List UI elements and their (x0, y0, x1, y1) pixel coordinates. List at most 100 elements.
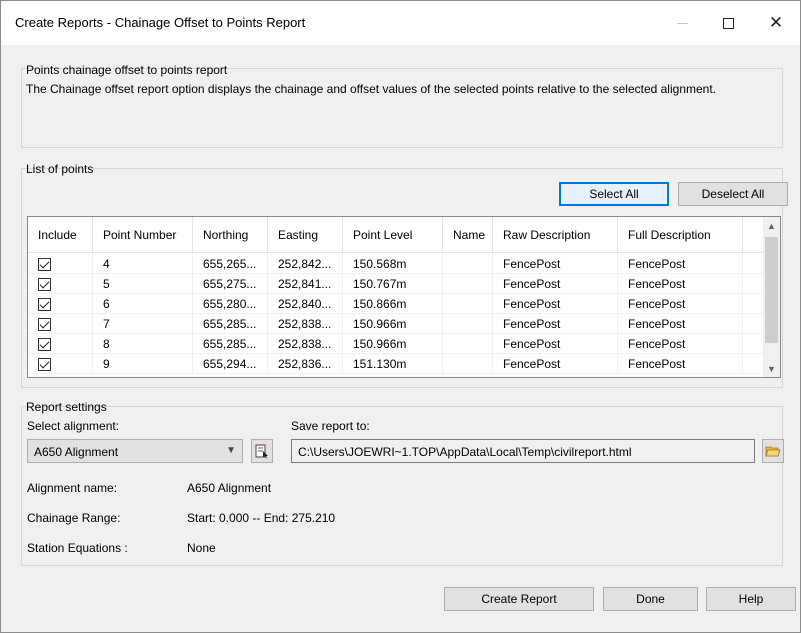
save-report-label: Save report to: (291, 419, 370, 433)
table-cell (443, 254, 493, 274)
station-equations-label: Station Equations : (27, 541, 128, 555)
table-cell (443, 294, 493, 314)
table-cell: 7 (93, 314, 193, 334)
deselect-all-button[interactable]: Deselect All (678, 182, 788, 206)
column-header[interactable]: Easting (268, 217, 343, 253)
table-scrollbar[interactable]: ▲ ▼ (763, 217, 780, 377)
table-cell: 655,275... (193, 274, 268, 294)
table-cell: 8 (93, 334, 193, 354)
minimize-icon (676, 22, 688, 24)
table-cell (443, 314, 493, 334)
table-row[interactable]: 4 655,265... 252,842... 150.568m FencePost Fe… (28, 254, 770, 274)
table-cell: 655,285... (193, 334, 268, 354)
include-checkbox[interactable] (38, 317, 51, 331)
table-cell: FencePost (618, 314, 743, 334)
settings-group-title: Report settings (26, 400, 107, 414)
select-alignment-label: Select alignment: (27, 419, 120, 433)
table-cell: FencePost (493, 334, 618, 354)
column-header[interactable]: Point Number (93, 217, 193, 253)
create-report-button[interactable]: Create Report (444, 587, 594, 611)
scroll-up-icon[interactable]: ▲ (763, 217, 780, 234)
title-bar: Create Reports - Chainage Offset to Poin… (1, 1, 800, 45)
help-button[interactable]: Help (706, 587, 796, 611)
table-row[interactable]: 5 655,275... 252,841... 150.767m FencePost Fe… (28, 274, 770, 294)
table-cell: 655,285... (193, 314, 268, 334)
include-checkbox[interactable] (38, 337, 51, 351)
description-group-title: Points chainage offset to points report (26, 63, 228, 77)
select-all-button[interactable]: Select All (559, 182, 669, 206)
table-cell: 252,838... (268, 314, 343, 334)
save-path-field[interactable]: C:\Users\JOEWRI~1.TOP\AppData\Local\Temp… (291, 439, 755, 463)
column-header[interactable]: Northing (193, 217, 268, 253)
dialog-window: Create Reports - Chainage Offset to Poin… (0, 0, 801, 633)
window-title: Create Reports - Chainage Offset to Poin… (15, 15, 306, 30)
include-cell (28, 274, 93, 294)
table-cell: 5 (93, 274, 193, 294)
table-cell: 4 (93, 254, 193, 274)
include-checkbox[interactable] (38, 277, 51, 291)
save-path-value: C:\Users\JOEWRI~1.TOP\AppData\Local\Temp… (298, 445, 632, 459)
table-cell: FencePost (493, 274, 618, 294)
browse-folder-button[interactable] (762, 439, 784, 463)
column-header[interactable]: Include (28, 217, 93, 253)
description-text: The Chainage offset report option displa… (26, 82, 716, 96)
include-checkbox[interactable] (38, 297, 51, 311)
table-header: Include Point Number Northing Easting Point … (28, 217, 770, 253)
alignment-select-value: A650 Alignment (34, 445, 119, 459)
table-cell: FencePost (618, 254, 743, 274)
maximize-button[interactable] (705, 1, 751, 45)
close-button[interactable]: ✕ (753, 1, 799, 45)
maximize-icon (722, 17, 734, 29)
table-row[interactable]: 8 655,285... 252,838... 150.966m FencePost Fe… (28, 334, 770, 354)
include-checkbox[interactable] (38, 257, 51, 271)
include-cell (28, 294, 93, 314)
alignment-name-value: A650 Alignment (187, 481, 272, 495)
column-header[interactable]: Point Level (343, 217, 443, 253)
table-cell: FencePost (493, 294, 618, 314)
table-cell: 150.966m (343, 314, 443, 334)
table-cell: 150.966m (343, 334, 443, 354)
table-cell: FencePost (493, 314, 618, 334)
chainage-range-value: Start: 0.000 -- End: 275.210 (187, 511, 336, 525)
table-cell: 252,840... (268, 294, 343, 314)
folder-open-icon (765, 446, 781, 457)
table-row[interactable]: 6 655,280... 252,840... 150.866m FencePost Fe… (28, 294, 770, 314)
table-row[interactable]: 9 655,294... 252,836... 151.130m FencePost Fe… (28, 354, 770, 374)
scroll-thumb[interactable] (765, 237, 778, 343)
pick-from-drawing-icon (255, 444, 268, 458)
table-cell: FencePost (618, 294, 743, 314)
column-header[interactable]: Raw Description (493, 217, 618, 253)
table-cell: 150.767m (343, 274, 443, 294)
table-cell: FencePost (493, 354, 618, 374)
table-row[interactable]: 7 655,285... 252,838... 150.966m FencePost Fe… (28, 314, 770, 334)
column-header[interactable]: Full Description (618, 217, 743, 253)
scroll-down-icon[interactable]: ▼ (763, 360, 780, 377)
close-icon: ✕ (768, 13, 784, 33)
table-cell: FencePost (618, 354, 743, 374)
alignment-name-label: Alignment name: (27, 481, 118, 495)
table-cell: 151.130m (343, 354, 443, 374)
column-header[interactable]: Name (443, 217, 493, 253)
include-cell (28, 354, 93, 374)
station-equations-value: None (187, 541, 216, 555)
settings-group (21, 406, 783, 566)
table-cell: 9 (93, 354, 193, 374)
table-cell: FencePost (618, 274, 743, 294)
table-cell: 150.568m (343, 254, 443, 274)
done-button[interactable]: Done (603, 587, 698, 611)
include-cell (28, 334, 93, 354)
table-cell: 6 (93, 294, 193, 314)
table-cell (443, 334, 493, 354)
minimize-button[interactable] (659, 1, 705, 45)
table-cell: FencePost (618, 334, 743, 354)
table-cell: 252,838... (268, 334, 343, 354)
table-cell: 655,280... (193, 294, 268, 314)
pick-alignment-button[interactable] (251, 439, 273, 463)
points-table[interactable]: Include Point Number Northing Easting Point … (27, 216, 781, 378)
table-cell (443, 354, 493, 374)
alignment-select[interactable]: A650 Alignment ▼ (27, 439, 243, 463)
points-group-title: List of points (26, 162, 94, 176)
chainage-range-label: Chainage Range: (27, 511, 121, 525)
include-checkbox[interactable] (38, 357, 51, 371)
table-body: 4 655,265... 252,842... 150.568m FencePost Fe… (28, 254, 770, 374)
